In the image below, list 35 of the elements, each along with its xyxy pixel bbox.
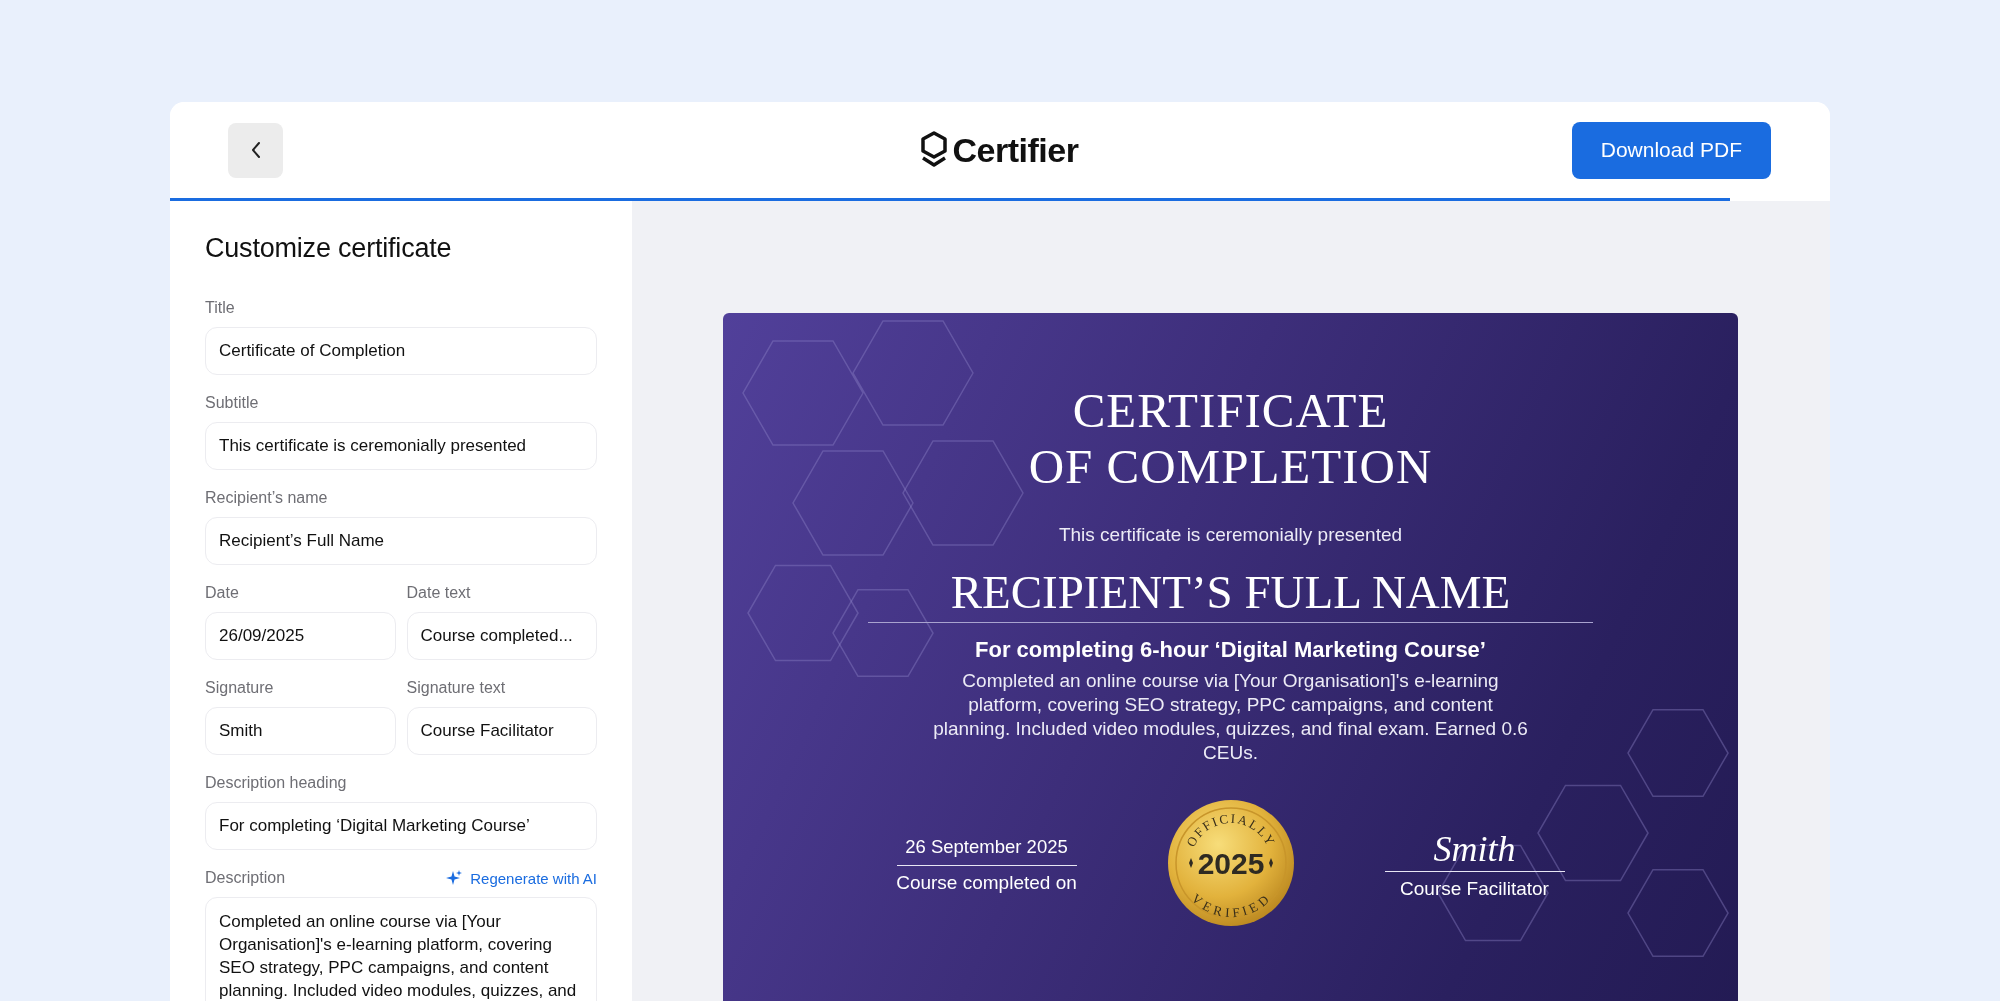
certificate-description: Completed an online course via [Your Organisation]'s e-learning platform, covering SEO strategy, PPC campaigns, and content planning. Included video modules, quizzes, and final exam. Earned 0.6 CEUs. xyxy=(932,669,1529,765)
chevron-left-icon xyxy=(249,141,262,159)
signature: Smith xyxy=(1384,830,1565,872)
completion-date: 26 September 2025 xyxy=(896,836,1077,866)
field-label: Subtitle xyxy=(205,394,259,412)
field-label: Signature xyxy=(205,679,274,697)
sparkle-icon xyxy=(445,870,463,886)
shield-logo-icon xyxy=(920,131,947,169)
download-pdf-button[interactable]: Download PDF xyxy=(1571,121,1771,179)
text-input[interactable]: This certificate is ceremonially presented xyxy=(205,422,597,470)
field-label: Date xyxy=(205,584,239,602)
text-input[interactable]: Certificate of Completion xyxy=(205,327,597,375)
logo-text: Certifier xyxy=(952,130,1079,170)
description-textarea[interactable]: Completed an online course via [Your Organisation]'s e-learning platform, covering SEO strategy, PPC campaigns, and content planning. Included video modules, quizzes, and xyxy=(205,897,597,1001)
field-label: Description heading xyxy=(205,774,347,792)
certificate-subtitle: This certificate is ceremonially presented xyxy=(1058,524,1403,546)
panel-heading: Customize certificate xyxy=(205,233,453,264)
field-label: Signature text xyxy=(406,679,506,697)
regenerate-link[interactable]: Regenerate with AI xyxy=(470,869,597,887)
text-input[interactable]: Course Facilitator xyxy=(406,707,597,755)
field-label: Title xyxy=(205,299,235,317)
back-button[interactable] xyxy=(228,122,283,178)
date-caption: Course completed on xyxy=(896,872,1077,894)
field-label: Date text xyxy=(406,584,471,602)
text-input[interactable]: For completing ‘Digital Marketing Course’ xyxy=(205,802,597,850)
text-input[interactable]: 26/09/2025 xyxy=(205,612,396,660)
text-input[interactable]: Course completed... xyxy=(406,612,597,660)
certificate-title: CERTIFICATE OF COMPLETION xyxy=(1028,383,1433,495)
description-heading: For completing 6-hour ‘Digital Marketing Course’ xyxy=(975,637,1486,663)
text-input[interactable]: Smith xyxy=(205,707,396,755)
signature-caption: Course Facilitator xyxy=(1400,877,1549,900)
text-input[interactable]: Recipient’s Full Name xyxy=(205,517,597,565)
recipient-name: RECIPIENT’S FULL NAME xyxy=(868,564,1593,623)
field-label: Description xyxy=(205,869,286,887)
field-label: Recipient’s name xyxy=(205,489,328,507)
